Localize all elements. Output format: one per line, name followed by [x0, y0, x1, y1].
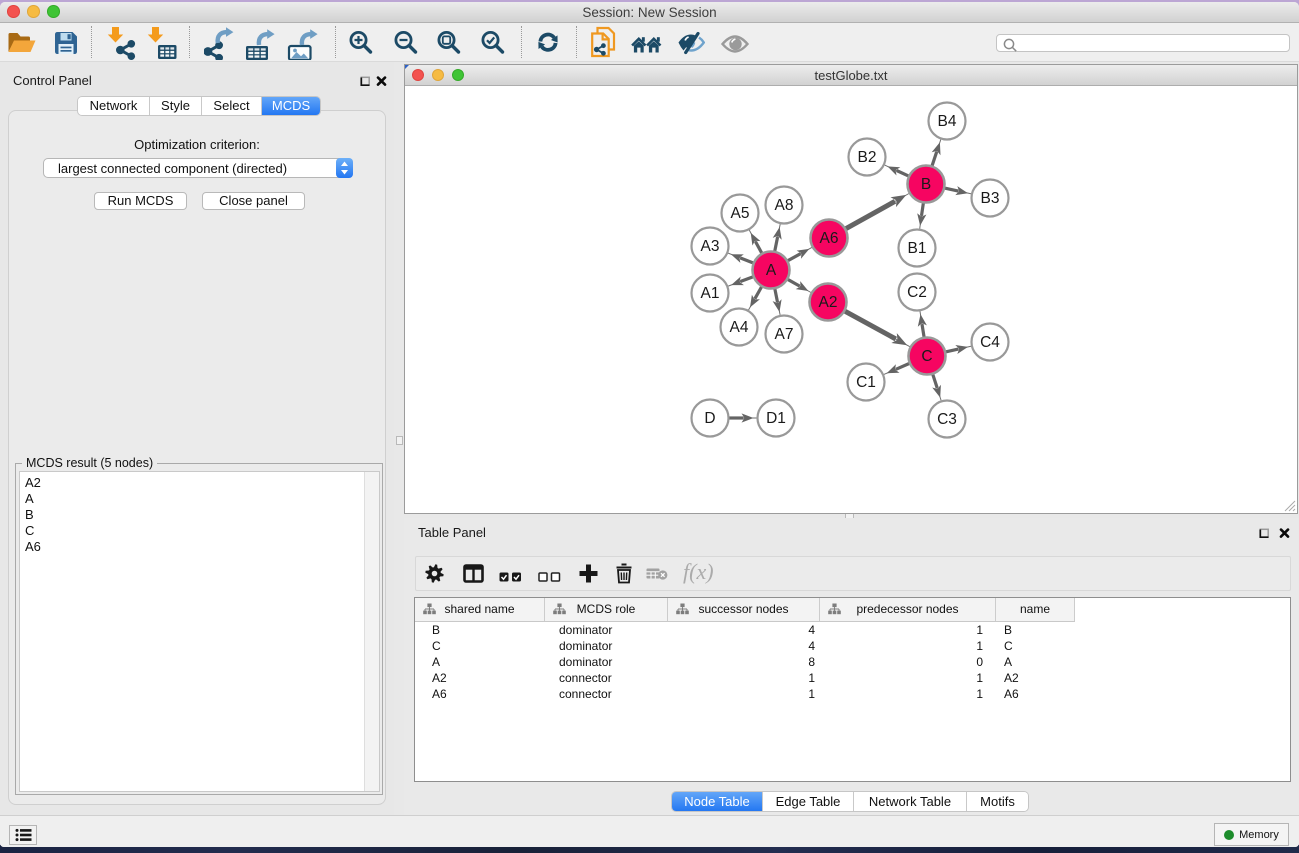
svg-text:C4: C4 — [980, 334, 1000, 351]
svg-text:A: A — [766, 262, 777, 279]
svg-text:A3: A3 — [701, 238, 720, 255]
svg-text:C3: C3 — [937, 411, 957, 428]
svg-text:A1: A1 — [701, 285, 720, 302]
svg-text:B: B — [921, 176, 931, 193]
svg-text:B2: B2 — [858, 149, 877, 166]
svg-text:C2: C2 — [907, 284, 927, 301]
svg-text:B4: B4 — [938, 113, 957, 130]
svg-text:A8: A8 — [775, 197, 794, 214]
svg-text:A4: A4 — [730, 319, 749, 336]
svg-text:A6: A6 — [820, 230, 839, 247]
svg-text:D: D — [704, 410, 715, 427]
svg-text:D1: D1 — [766, 410, 786, 427]
svg-text:A7: A7 — [775, 326, 794, 343]
svg-text:A2: A2 — [819, 294, 838, 311]
svg-text:C1: C1 — [856, 374, 876, 391]
svg-text:B3: B3 — [981, 190, 1000, 207]
svg-text:C: C — [921, 348, 932, 365]
svg-text:A5: A5 — [731, 205, 750, 222]
svg-text:B1: B1 — [908, 240, 927, 257]
